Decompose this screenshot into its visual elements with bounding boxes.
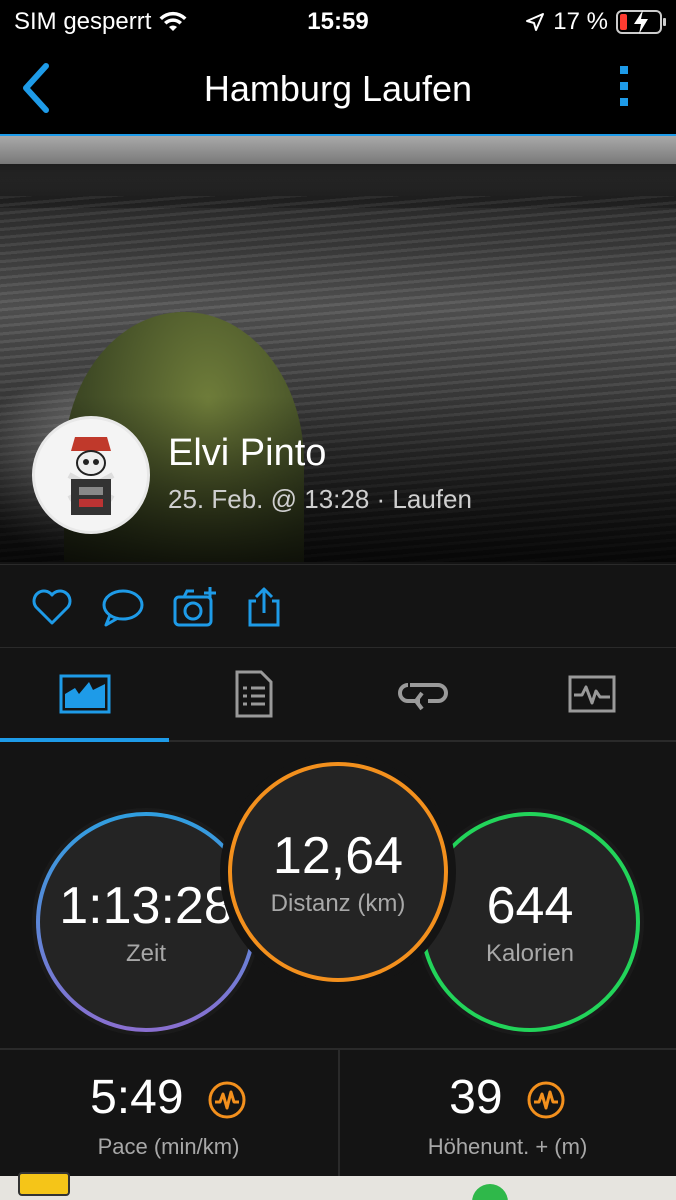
distance-value: 12,64	[272, 827, 404, 885]
app-header: Hamburg Laufen	[0, 46, 676, 134]
more-vertical-icon	[620, 66, 628, 74]
tab-selected-indicator	[0, 738, 169, 742]
tab-overview[interactable]	[0, 648, 169, 740]
page-title: Hamburg Laufen	[203, 68, 473, 109]
calories-value: 644	[486, 877, 574, 935]
share-icon	[248, 587, 280, 627]
tab-graphs[interactable]	[507, 648, 676, 740]
elevation-label: Höhenunt. + (m)	[427, 1134, 588, 1159]
secondary-stats: 5:49 Pace (min/km) 39 Höhenunt. + (m)	[0, 1048, 676, 1176]
tab-details[interactable]	[169, 648, 338, 740]
add-photo-icon	[173, 587, 216, 627]
user-name[interactable]: Elvi Pinto	[168, 432, 326, 475]
insight-icon	[527, 1081, 565, 1119]
activity-meta: 25. Feb. @ 13:28 · Laufen	[168, 484, 472, 514]
like-button[interactable]	[30, 585, 74, 629]
insight-icon	[208, 1081, 246, 1119]
distance-stat-circle: 12,64 Distanz (km)	[228, 762, 448, 982]
start-pin-icon	[472, 1184, 508, 1200]
elevation-stat[interactable]: 39 Höhenunt. + (m)	[338, 1050, 675, 1176]
battery-charging-icon	[616, 10, 666, 34]
laps-icon	[397, 683, 448, 711]
pace-label: Pace (min/km)	[97, 1134, 240, 1159]
tab-bar	[0, 648, 676, 742]
status-bar: SIM gesperrt 15:59 17 %	[0, 0, 676, 46]
comment-button[interactable]	[100, 585, 144, 629]
graphs-icon	[568, 675, 615, 713]
calories-stat-circle: 644 Kalorien	[420, 812, 640, 1032]
action-bar	[0, 564, 676, 648]
time-label: Zeit	[125, 940, 166, 967]
avatar-badge-image	[35, 419, 147, 531]
add-photo-button[interactable]	[172, 585, 216, 629]
time-stat-circle: 1:13:28 Zeit	[36, 812, 256, 1032]
route-map-preview[interactable]	[0, 1172, 676, 1200]
map-marker-badge	[18, 1172, 70, 1196]
pace-stat[interactable]: 5:49 Pace (min/km)	[0, 1050, 337, 1176]
tab-laps[interactable]	[338, 648, 507, 740]
more-options-button[interactable]	[612, 66, 636, 114]
battery-percent: 17 %	[553, 8, 608, 35]
pace-value: 5:49	[90, 1071, 184, 1124]
calories-label: Kalorien	[485, 940, 575, 967]
time-value: 1:13:28	[59, 877, 233, 935]
comment-icon	[102, 589, 144, 627]
avatar[interactable]	[32, 416, 150, 534]
distance-label: Distanz (km)	[270, 890, 406, 917]
elevation-value: 39	[449, 1071, 503, 1124]
details-list-icon	[235, 670, 272, 718]
stats-chart-icon	[59, 674, 110, 714]
status-right: 17 %	[525, 8, 666, 36]
stats-summary: 1:13:28 Zeit 644 Kalorien 12,64 Distanz …	[0, 744, 676, 1048]
location-arrow-icon	[526, 13, 545, 31]
share-button[interactable]	[244, 585, 288, 629]
heart-icon	[32, 589, 72, 625]
